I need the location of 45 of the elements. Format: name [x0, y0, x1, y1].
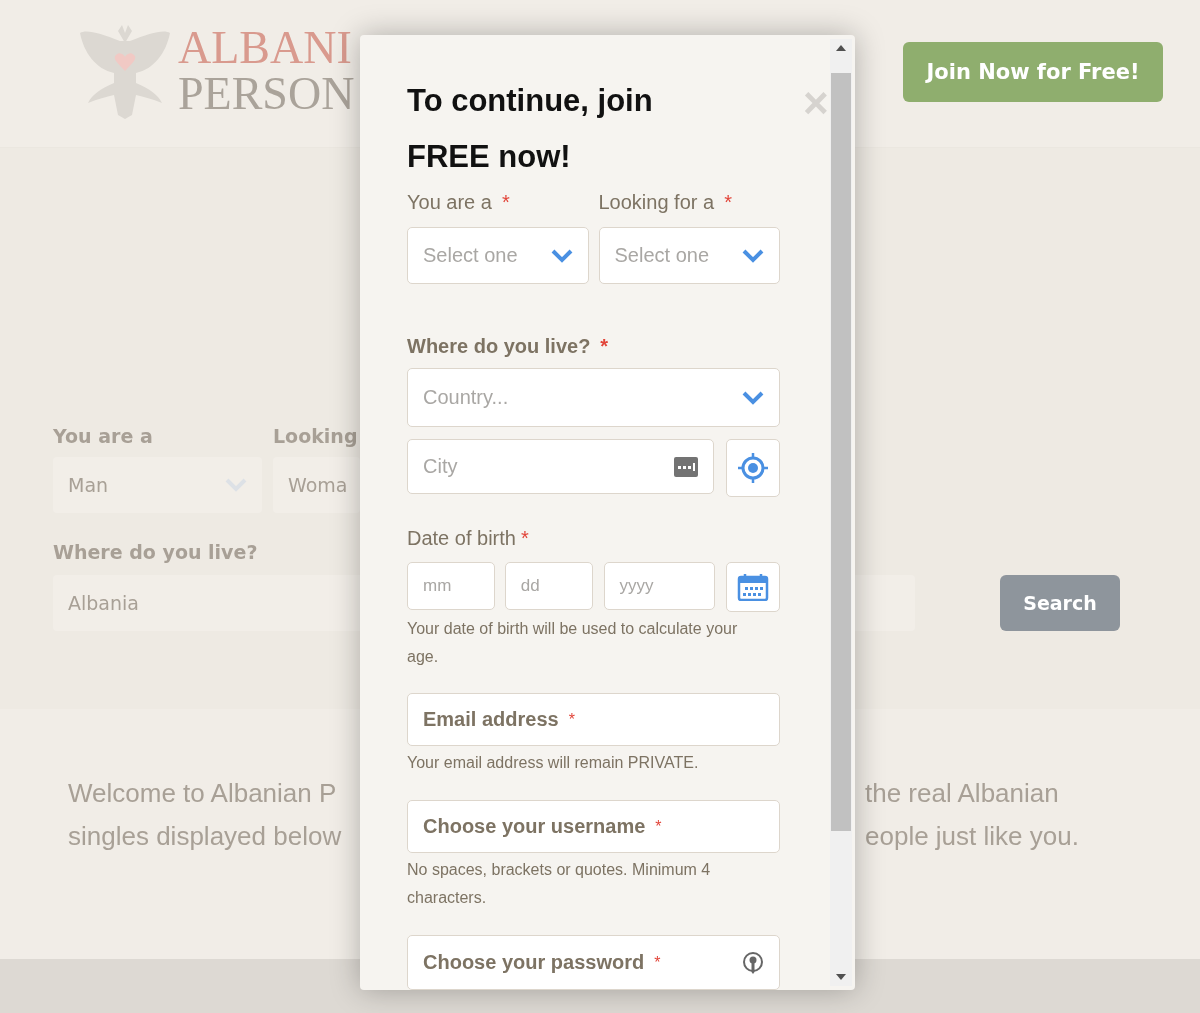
- search-button[interactable]: Search: [1000, 575, 1120, 631]
- welcome-text: eople just like you.: [865, 820, 1080, 853]
- date-field[interactable]: yyyy: [603, 562, 716, 610]
- password-field[interactable]: Choose your password *: [407, 935, 780, 990]
- scroll-up-icon[interactable]: [836, 45, 846, 51]
- join-button[interactable]: Join Now for Free!: [903, 41, 1163, 102]
- country-select[interactable]: Country...: [407, 368, 780, 427]
- gender-select[interactable]: Woma: [273, 457, 360, 513]
- locate-icon: [737, 452, 770, 484]
- autofill-icon: [674, 456, 699, 477]
- help-text: Your date of birth will be used to calculate your age.: [407, 619, 739, 667]
- scrollbar-thumb[interactable]: [831, 73, 851, 831]
- welcome-text: singles displayed below: [68, 820, 342, 853]
- chevron-icon: [550, 248, 573, 263]
- chevron-icon: [742, 390, 764, 405]
- calendar-button[interactable]: [726, 562, 780, 612]
- field-label: Where do you live?: [53, 540, 259, 564]
- gender-select[interactable]: Select one: [598, 227, 780, 284]
- date-field[interactable]: dd: [504, 562, 593, 610]
- field-label: Looking for a *: [598, 190, 733, 214]
- date-field[interactable]: mm: [407, 562, 495, 610]
- help-text: Your email address will remain PRIVATE.: [407, 753, 700, 773]
- calendar-icon: [737, 573, 770, 601]
- logo-text: ALBANI: [178, 24, 353, 71]
- field-label: Looking: [273, 424, 359, 448]
- gender-select[interactable]: Select one: [407, 227, 589, 284]
- field-label: Where do you live? *: [407, 334, 610, 358]
- city-field[interactable]: City: [407, 439, 715, 494]
- scrollbar[interactable]: [830, 39, 852, 986]
- scroll-down-icon[interactable]: [836, 974, 846, 980]
- gender-select[interactable]: Man: [53, 457, 262, 513]
- locate-button[interactable]: [726, 439, 780, 497]
- modal-title: To continue, join FREE now!: [407, 82, 654, 176]
- field-label: Date of birth *: [407, 526, 530, 550]
- username-field[interactable]: Choose your username *: [407, 800, 780, 853]
- welcome-text: the real Albanian: [865, 777, 1060, 810]
- close-button[interactable]: ×: [803, 83, 829, 123]
- chevron-icon: [742, 248, 764, 263]
- logo-text: PERSON: [178, 70, 355, 117]
- welcome-text: Welcome to Albanian P: [68, 777, 338, 810]
- help-text: No spaces, brackets or quotes. Minimum 4 characters.: [407, 860, 712, 908]
- email-field[interactable]: Email address *: [407, 693, 780, 746]
- field-label: You are a: [53, 424, 154, 448]
- password-key-icon: [742, 950, 764, 975]
- field-label: You are a *: [407, 190, 511, 214]
